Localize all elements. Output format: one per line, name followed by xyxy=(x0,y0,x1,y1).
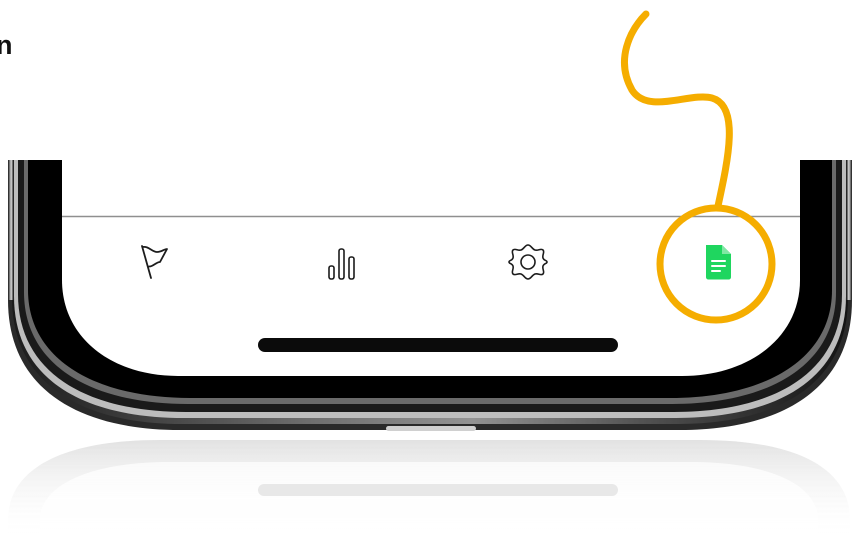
tab-stats[interactable] xyxy=(311,232,371,292)
home-indicator xyxy=(258,338,618,352)
tab-documents[interactable] xyxy=(688,232,748,292)
flag-icon xyxy=(141,245,168,279)
phone-screenshot-stage: n xyxy=(0,0,858,539)
phone-reflection xyxy=(8,440,850,539)
tab-settings[interactable] xyxy=(498,232,558,292)
partial-title-text: n xyxy=(0,30,13,60)
bar-chart-icon xyxy=(328,248,355,280)
document-icon xyxy=(706,245,731,280)
tab-flags[interactable] xyxy=(126,232,186,292)
gear-icon xyxy=(508,244,548,280)
